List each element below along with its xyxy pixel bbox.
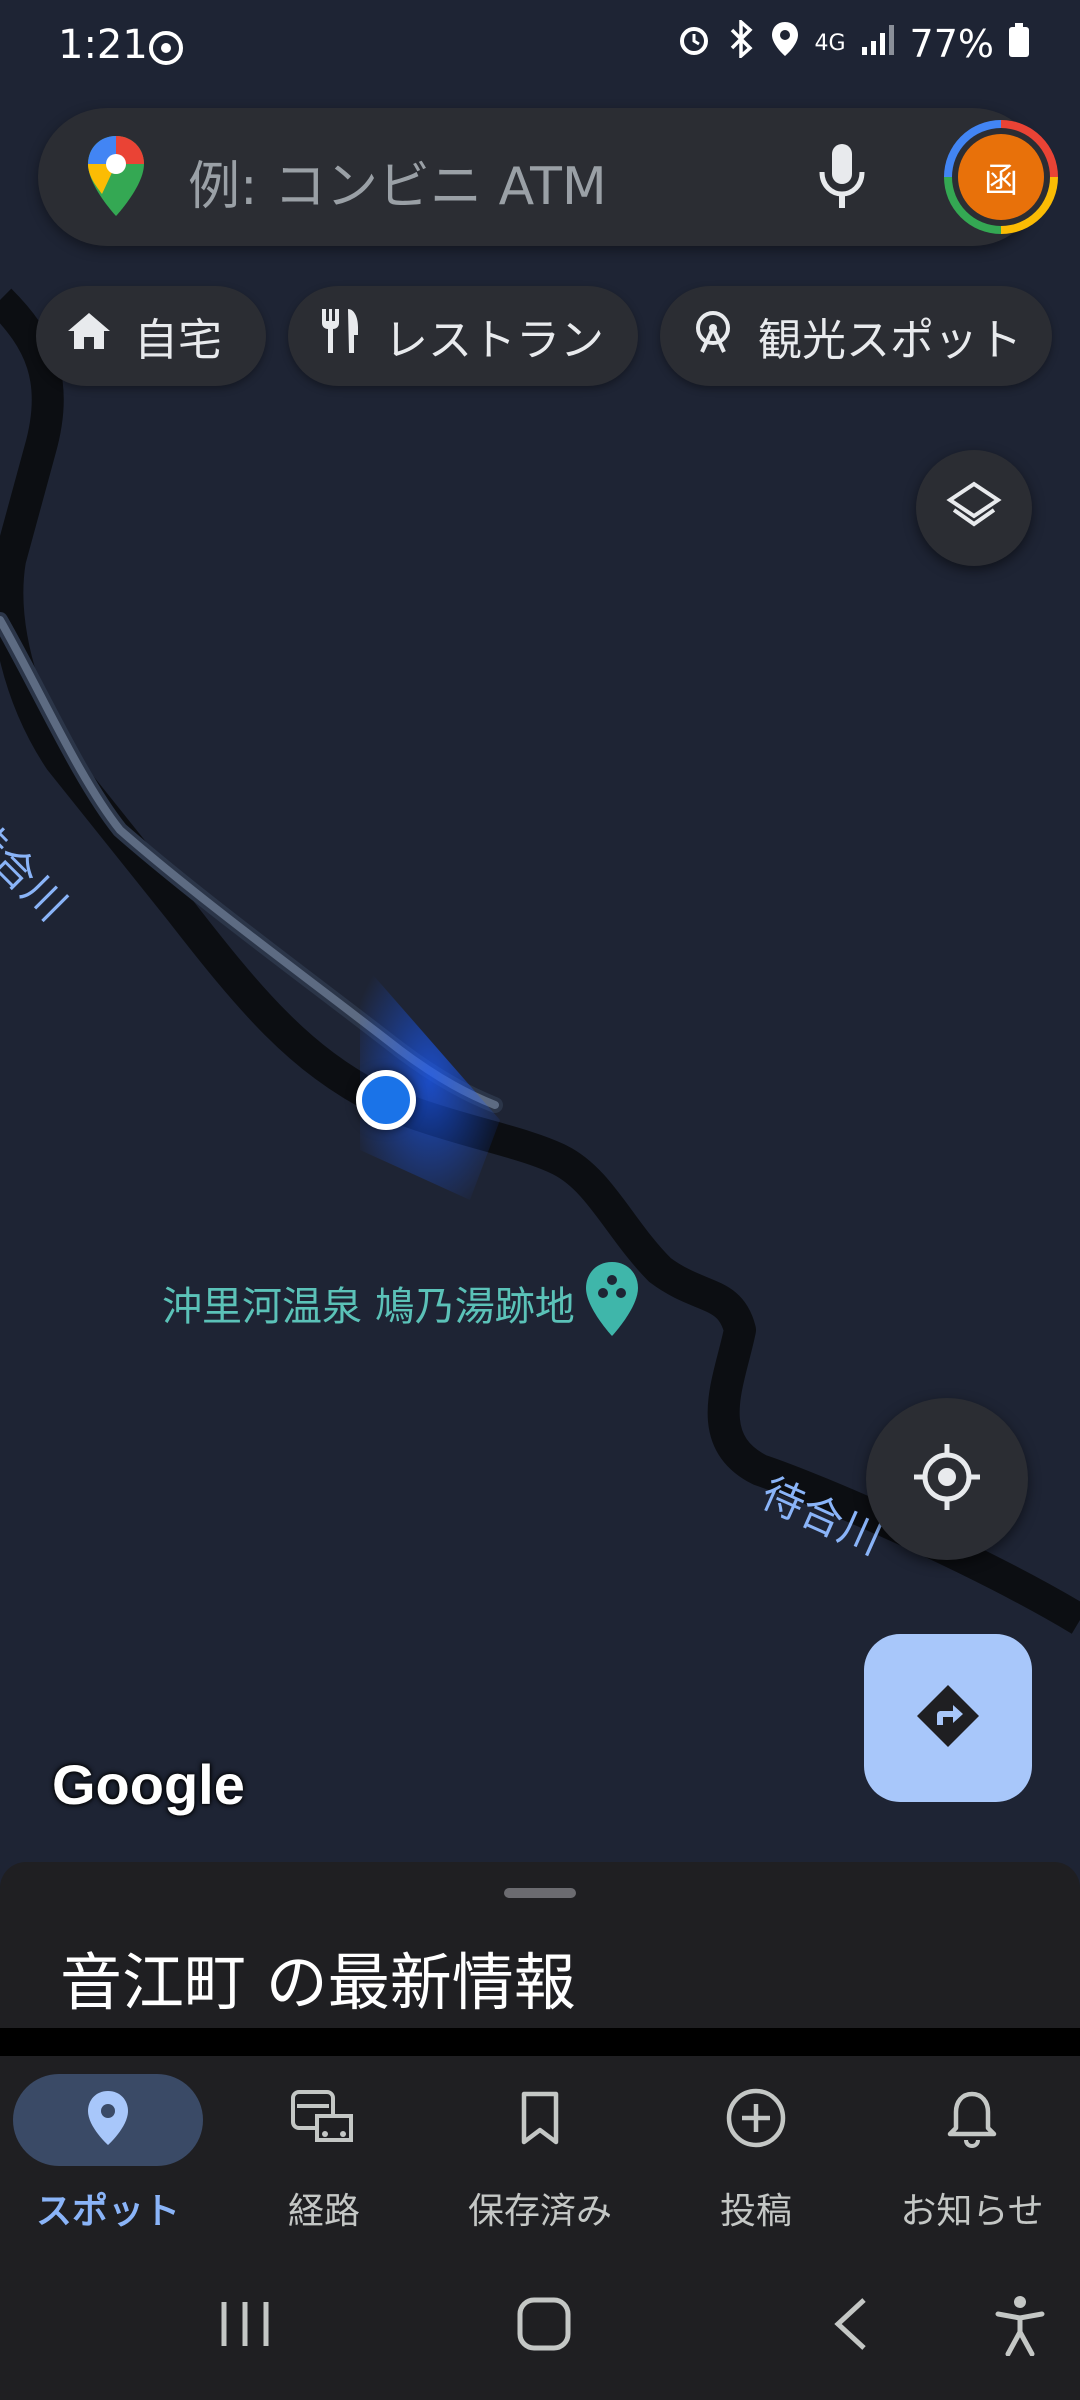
sheet-drag-handle[interactable] — [504, 1888, 576, 1898]
location-status-icon — [770, 20, 800, 67]
search-bar[interactable]: 例: コンビニ ATM 函 — [38, 108, 1058, 246]
nav-updates[interactable]: お知らせ — [864, 2056, 1080, 2252]
system-navigation-bar — [0, 2252, 1080, 2400]
chip-home[interactable]: 自宅 — [36, 286, 266, 386]
home-button-icon[interactable] — [516, 2296, 572, 2356]
clock: 1:21 — [58, 22, 148, 68]
poi-label[interactable]: 沖里河温泉 鳩乃湯跡地 — [162, 1274, 575, 1332]
poi-marker-icon[interactable] — [584, 1260, 640, 1344]
back-icon[interactable] — [830, 2296, 870, 2356]
nav-explore[interactable]: スポット — [0, 2056, 216, 2252]
chip-label: 自宅 — [134, 315, 222, 366]
nav-saved[interactable]: 保存済み — [432, 2056, 648, 2252]
nav-label: 投稿 — [719, 2191, 792, 2232]
sync-icon — [146, 28, 186, 72]
layers-icon — [946, 478, 1002, 538]
map-canvas[interactable]: 待合川 待合川 沖里河温泉 鳩乃湯跡地 Google — [0, 0, 1080, 1860]
bottom-sheet[interactable]: 音江町 の最新情報 — [0, 1862, 1080, 2028]
chip-label: 観光スポット — [758, 315, 1022, 366]
my-location-icon — [912, 1442, 982, 1516]
bluetooth-icon — [726, 18, 756, 67]
layers-button[interactable] — [916, 450, 1032, 566]
network-type: 4G — [814, 30, 846, 56]
microphone-icon[interactable] — [818, 142, 866, 216]
google-maps-logo-icon — [86, 134, 146, 222]
nav-label: 経路 — [287, 2191, 360, 2232]
chip-restaurant[interactable]: レストラン — [288, 286, 638, 386]
alarm-icon — [676, 21, 712, 66]
bell-icon — [946, 2088, 998, 2152]
nav-contribute[interactable]: 投稿 — [648, 2056, 864, 2252]
status-bar: 1:21 4G 77% — [0, 0, 1080, 100]
signal-icon — [860, 21, 896, 66]
bookmark-icon — [518, 2090, 562, 2150]
avatar-initial: 函 — [958, 134, 1044, 220]
home-icon — [66, 311, 112, 362]
location-dot — [356, 1070, 416, 1130]
battery-icon — [1008, 22, 1030, 66]
directions-icon — [913, 1681, 983, 1755]
battery-percent: 77% — [909, 21, 994, 66]
nav-commute[interactable]: 経路 — [216, 2056, 432, 2252]
directions-button[interactable] — [864, 1634, 1032, 1802]
divider — [0, 2028, 1080, 2056]
bottom-navigation: スポット 経路 保存済み 投稿 お知らせ — [0, 2056, 1080, 2252]
place-icon — [86, 2089, 130, 2151]
my-location-button[interactable] — [866, 1398, 1028, 1560]
attraction-icon — [690, 308, 736, 365]
nav-label: 保存済み — [467, 2191, 612, 2232]
chip-attractions[interactable]: 観光スポット — [660, 286, 1052, 386]
nav-label: スポット — [35, 2191, 180, 2232]
search-input[interactable]: 例: コンビニ ATM — [188, 144, 607, 219]
account-avatar[interactable]: 函 — [944, 120, 1058, 234]
chip-label: レストラン — [384, 315, 604, 366]
commute-icon — [289, 2088, 359, 2152]
restaurant-icon — [318, 307, 362, 366]
add-circle-icon — [725, 2087, 787, 2153]
nav-label: お知らせ — [900, 2191, 1044, 2232]
accessibility-icon[interactable] — [994, 2294, 1046, 2360]
recent-apps-icon[interactable] — [218, 2298, 272, 2354]
google-attribution: Google — [52, 1753, 245, 1816]
sheet-title: 音江町 の最新情報 — [60, 1946, 576, 2019]
